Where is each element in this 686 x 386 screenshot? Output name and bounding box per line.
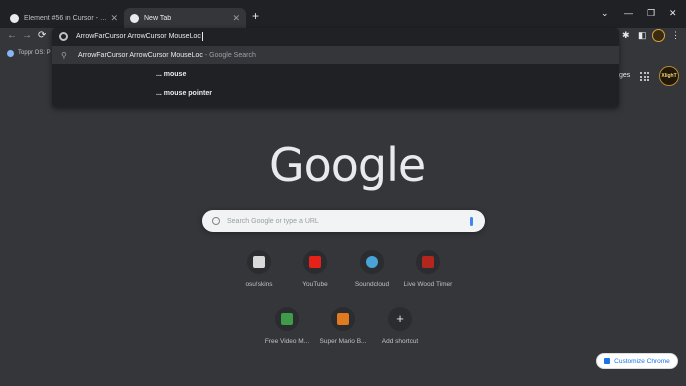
plus-icon: +: [396, 311, 404, 326]
shortcut-icon-bg: [303, 250, 327, 274]
microphone-icon[interactable]: [470, 216, 473, 226]
suggestion-hint: - Google Search: [204, 51, 256, 59]
images-link[interactable]: ges: [619, 72, 630, 79]
shortcut-icon-bg: [416, 250, 440, 274]
shortcut-tile[interactable]: YouTube: [285, 250, 345, 288]
customize-label: Customize Chrome: [614, 357, 670, 365]
shortcut-label: Live Wood Timer: [403, 281, 453, 288]
shortcut-label: Free Video M...: [264, 338, 310, 345]
back-button[interactable]: ←: [7, 30, 17, 41]
toppr-favicon-icon: [7, 49, 14, 57]
shortcut-tile[interactable]: Super Mario B...: [313, 307, 373, 345]
search-input[interactable]: Search Google or type a URL: [227, 218, 470, 225]
shortcut-label: Soundcloud: [354, 281, 390, 288]
minimize-button[interactable]: —: [624, 8, 633, 18]
search-icon: ⚲: [61, 50, 67, 60]
shortcut-icon-bg: +: [388, 307, 412, 331]
suggestion-text: ArrowFarCursor ArrowCursor MouseLoc: [78, 51, 203, 59]
shortcut-label: osu!skins: [245, 281, 273, 288]
close-window-button[interactable]: ✕: [669, 8, 677, 19]
side-panel-icon[interactable]: ◧: [638, 30, 647, 41]
youtube-icon: [309, 256, 321, 268]
add-shortcut-button[interactable]: + Add shortcut: [370, 307, 430, 345]
tab-label: Element #56 in Cursor - osuskin: [24, 14, 108, 22]
shortcut-label: YouTube: [302, 281, 328, 288]
google-logo: Google: [269, 138, 426, 192]
osu-favicon-icon: [10, 13, 19, 23]
new-tab-button[interactable]: +: [252, 9, 259, 23]
tab-element-56[interactable]: Element #56 in Cursor - osuskin ✕: [4, 8, 124, 28]
address-bar-text: ArrowFarCursor ArrowCursor MouseLoc: [76, 32, 201, 40]
shortcut-icon-bg: [275, 307, 299, 331]
apps-grid-icon[interactable]: [640, 72, 649, 81]
bookmark-toppr[interactable]: Toppr OS: P: [18, 50, 51, 56]
address-bar[interactable]: ArrowFarCursor ArrowCursor MouseLoc: [52, 28, 619, 44]
tab-search-icon[interactable]: ⌄: [601, 8, 609, 19]
close-tab-icon[interactable]: ✕: [232, 13, 240, 24]
free-video-icon: [281, 313, 293, 325]
search-box[interactable]: Search Google or type a URL: [202, 210, 485, 232]
omnibox: ArrowFarCursor ArrowCursor MouseLoc ⚲ Ar…: [52, 28, 619, 107]
restore-button[interactable]: ❐: [647, 8, 655, 19]
tab-label: New Tab: [144, 14, 172, 22]
account-avatar[interactable]: XlighT: [659, 66, 679, 86]
text-caret: [201, 31, 203, 41]
shortcut-tile[interactable]: Soundcloud: [342, 250, 402, 288]
live-wood-timer-icon: [422, 256, 434, 268]
tab-new-tab[interactable]: New Tab ✕: [124, 8, 246, 28]
pencil-icon: [604, 358, 611, 364]
shortcut-label: Add shortcut: [381, 338, 419, 345]
chrome-favicon-icon: [130, 13, 139, 23]
shortcut-icon-bg: [247, 250, 271, 274]
soundcloud-icon: [366, 256, 378, 268]
customize-chrome-button[interactable]: Customize Chrome: [596, 353, 678, 369]
suggestion-mouse-pointer[interactable]: ... mouse pointer: [52, 84, 619, 102]
close-tab-icon[interactable]: ✕: [110, 13, 118, 24]
extensions-icon[interactable]: ✱: [622, 30, 630, 41]
osu-skins-icon: [253, 256, 265, 268]
shortcut-tile[interactable]: Live Wood Timer: [398, 250, 458, 288]
forward-button[interactable]: →: [22, 30, 32, 41]
shortcut-tile[interactable]: Free Video M...: [257, 307, 317, 345]
reload-button[interactable]: ⟳: [38, 30, 46, 41]
shortcut-icon-bg: [360, 250, 384, 274]
shortcut-tile[interactable]: osu!skins: [229, 250, 289, 288]
super-mario-icon: [337, 313, 349, 325]
bookmarks-bar: Toppr OS: P: [0, 46, 51, 60]
tab-strip: Element #56 in Cursor - osuskin ✕ New Ta…: [0, 0, 686, 28]
google-g-icon: [59, 31, 68, 41]
profile-avatar[interactable]: [652, 29, 665, 42]
shortcut-label: Super Mario B...: [319, 338, 367, 345]
menu-icon[interactable]: ⋮: [671, 30, 680, 41]
suggestion-search[interactable]: ⚲ ArrowFarCursor ArrowCursor MouseLoc - …: [52, 46, 619, 64]
suggestion-mouse[interactable]: ... mouse: [52, 65, 619, 83]
shortcut-icon-bg: [331, 307, 355, 331]
search-icon: [212, 217, 220, 225]
